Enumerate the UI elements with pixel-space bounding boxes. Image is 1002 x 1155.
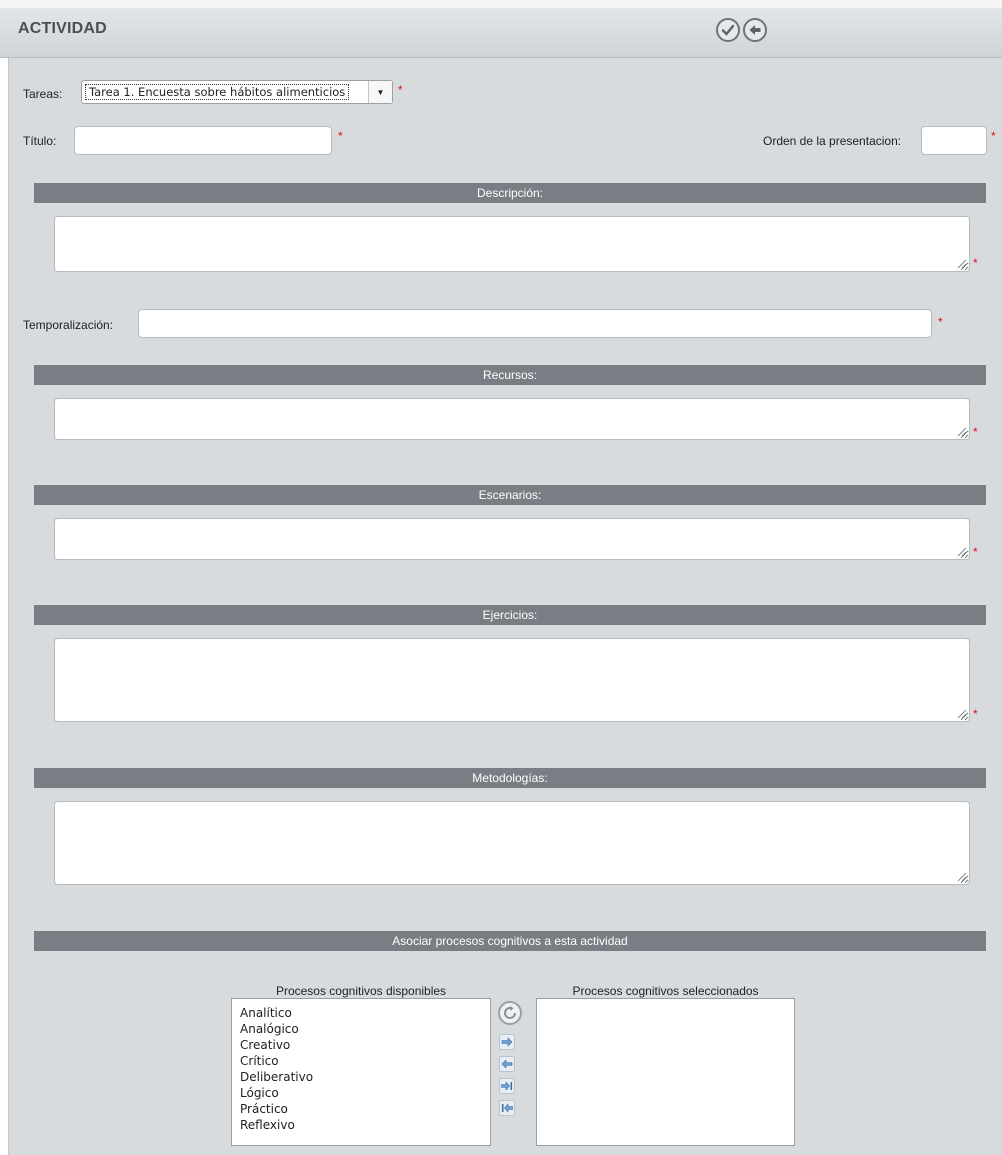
list-item[interactable]: Reflexivo <box>232 1117 490 1133</box>
back-button[interactable] <box>743 18 767 42</box>
save-button[interactable] <box>716 18 740 42</box>
check-circle-icon <box>721 24 735 36</box>
list-item[interactable]: Analógico <box>232 1021 490 1037</box>
list-item[interactable]: Lógico <box>232 1085 490 1101</box>
orden-label: Orden de la presentacion: <box>763 134 902 148</box>
resize-grip-icon[interactable] <box>955 545 967 557</box>
required-mark: * <box>973 707 978 721</box>
refresh-icon <box>504 1006 516 1019</box>
selected-procesos-list[interactable] <box>536 998 795 1146</box>
available-procesos-list[interactable]: Analítico Analógico Creativo Crítico Deliber… <box>231 998 491 1146</box>
orden-input[interactable] <box>921 126 987 155</box>
required-mark: * <box>338 129 343 143</box>
procesos-header: Asociar procesos cognitivos a esta activ… <box>34 931 986 951</box>
list-item[interactable]: Creativo <box>232 1037 490 1053</box>
list-item[interactable]: Deliberativo <box>232 1069 490 1085</box>
tareas-selected-value: Tarea 1. Encuesta sobre hábitos alimenti… <box>85 84 350 100</box>
move-right-icon <box>501 1037 513 1047</box>
required-mark: * <box>398 83 403 97</box>
descripcion-header: Descripción: <box>34 183 986 203</box>
header-top-strip <box>0 0 1002 8</box>
resize-grip-icon[interactable] <box>955 257 967 269</box>
required-mark: * <box>973 545 978 559</box>
available-list-title: Procesos cognitivos disponibles <box>275 984 447 998</box>
tareas-select[interactable]: Tarea 1. Encuesta sobre hábitos alimenti… <box>81 80 393 104</box>
window-header: ACTIVIDAD <box>0 0 1002 58</box>
refresh-button[interactable] <box>498 1001 522 1025</box>
titulo-label: Título: <box>23 134 57 148</box>
resize-grip-icon[interactable] <box>955 870 967 882</box>
chevron-down-icon[interactable]: ▼ <box>368 81 392 103</box>
temporalizacion-input[interactable] <box>138 309 932 338</box>
ejercicios-textarea[interactable] <box>54 638 970 722</box>
titulo-input[interactable] <box>74 126 332 155</box>
recursos-header: Recursos: <box>34 365 986 385</box>
resize-grip-icon[interactable] <box>955 425 967 437</box>
required-mark: * <box>991 129 996 143</box>
move-all-left-icon <box>501 1103 513 1113</box>
selected-list-title: Procesos cognitivos seleccionados <box>572 984 759 998</box>
metodologias-header: Metodologías: <box>34 768 986 788</box>
temporalizacion-label: Temporalización: <box>23 318 114 332</box>
move-all-left-button[interactable] <box>499 1100 515 1116</box>
required-mark: * <box>973 425 978 439</box>
recursos-textarea[interactable] <box>54 398 970 440</box>
list-item[interactable]: Crítico <box>232 1053 490 1069</box>
resize-grip-icon[interactable] <box>955 707 967 719</box>
escenarios-textarea[interactable] <box>54 518 970 560</box>
metodologias-textarea[interactable] <box>54 801 970 885</box>
required-mark: * <box>973 256 978 270</box>
move-left-icon <box>501 1059 513 1069</box>
move-all-right-button[interactable] <box>499 1078 515 1094</box>
list-item[interactable]: Práctico <box>232 1101 490 1117</box>
move-left-button[interactable] <box>499 1056 515 1072</box>
escenarios-header: Escenarios: <box>34 485 986 505</box>
page-title: ACTIVIDAD <box>18 20 107 37</box>
move-right-button[interactable] <box>499 1034 515 1050</box>
list-item[interactable]: Analítico <box>232 1005 490 1021</box>
move-all-right-icon <box>501 1081 513 1091</box>
tareas-label: Tareas: <box>23 87 63 101</box>
required-mark: * <box>938 315 943 329</box>
ejercicios-header: Ejercicios: <box>34 605 986 625</box>
descripcion-textarea[interactable] <box>54 216 970 272</box>
back-arrow-circle-icon <box>749 25 761 35</box>
